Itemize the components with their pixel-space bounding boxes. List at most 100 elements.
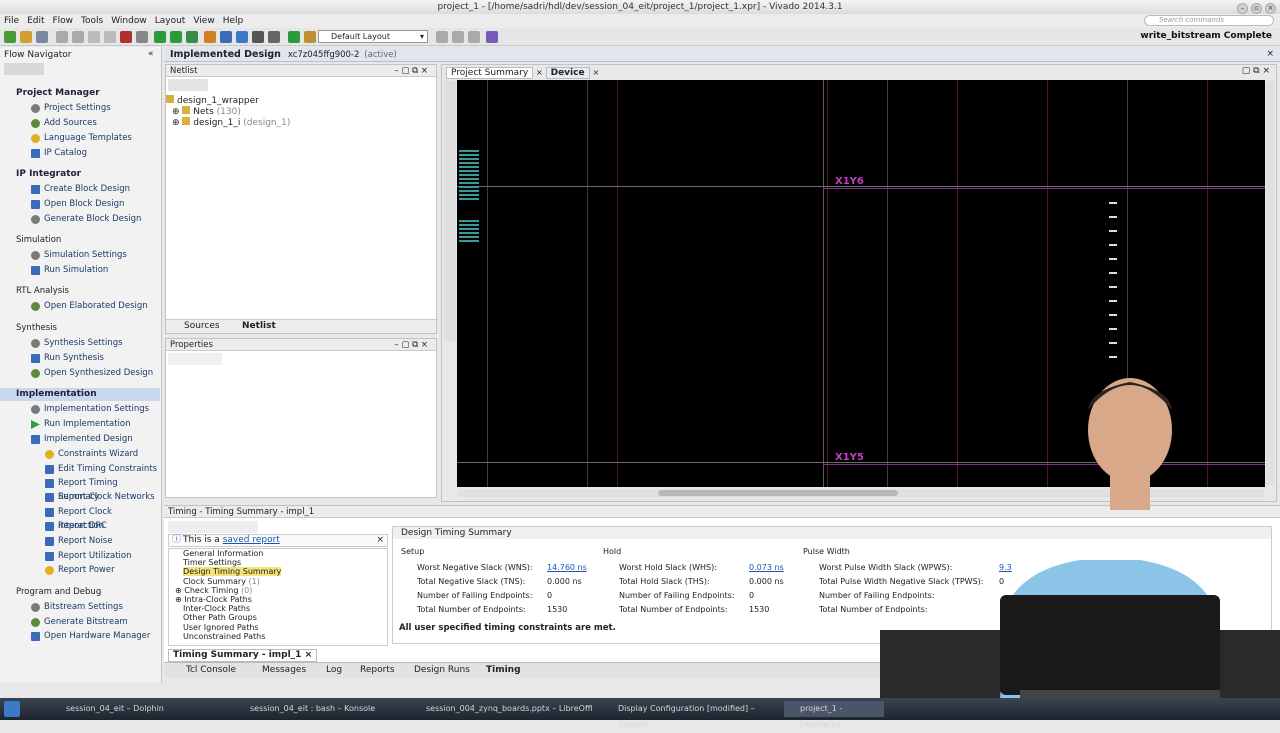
tab-project-summary[interactable]: Project Summary xyxy=(446,67,534,79)
layout-tool-1-icon[interactable] xyxy=(436,31,448,43)
section-ip-integrator[interactable]: IP Integrator xyxy=(0,168,160,181)
settings-icon[interactable] xyxy=(252,31,264,43)
refresh-icon[interactable] xyxy=(136,31,148,43)
tab-log[interactable]: Log xyxy=(326,665,342,675)
task-vivado[interactable]: project_1 - [/home/sa xyxy=(784,701,884,729)
task-libreoffice[interactable]: session_004_zynq_boards.pptx – LibreOffi xyxy=(410,701,600,717)
tab-messages[interactable]: Messages xyxy=(262,665,306,675)
tab-reports[interactable]: Reports xyxy=(360,665,395,675)
new-project-icon[interactable] xyxy=(4,31,16,43)
menu-window[interactable]: Window xyxy=(107,14,151,28)
nav-implementation-settings[interactable]: Implementation Settings xyxy=(0,402,160,416)
tree-general-information[interactable]: General Information xyxy=(169,549,387,558)
close-icon[interactable]: × xyxy=(1266,47,1274,62)
nav-open-hardware-manager[interactable]: Open Hardware Manager xyxy=(0,629,160,643)
run-icon[interactable] xyxy=(154,31,166,43)
collapse-panel-icon[interactable]: « xyxy=(148,49,154,59)
layout-tool-3-icon[interactable] xyxy=(468,31,480,43)
panel-window-controls[interactable]: – ▢ ⧉ × xyxy=(394,65,428,77)
close-icon[interactable]: × xyxy=(592,68,599,77)
tree-intra-clock-paths[interactable]: ⊕ Intra-Clock Paths xyxy=(169,595,387,604)
delete-icon[interactable] xyxy=(120,31,132,43)
nav-generate-block-design[interactable]: Generate Block Design xyxy=(0,212,160,226)
tab-tcl-console[interactable]: Tcl Console xyxy=(186,665,236,675)
section-program-and-debug[interactable]: Program and Debug xyxy=(0,586,160,599)
nav-edit-timing-constraints[interactable]: Edit Timing Constraints xyxy=(0,462,160,476)
saved-report-link[interactable]: saved report xyxy=(223,535,280,545)
tree-inter-clock-paths[interactable]: Inter-Clock Paths xyxy=(169,604,387,613)
step-icon[interactable] xyxy=(170,31,182,43)
open-project-icon[interactable] xyxy=(20,31,32,43)
copy-icon[interactable] xyxy=(88,31,100,43)
nav-report-power[interactable]: Report Power xyxy=(0,563,160,577)
maximize-icon[interactable]: ▫ xyxy=(1251,3,1262,14)
layout-tool-2-icon[interactable] xyxy=(452,31,464,43)
nav-run-simulation[interactable]: Run Simulation xyxy=(0,263,160,277)
tab-netlist[interactable]: Netlist xyxy=(242,321,276,331)
panel-window-controls[interactable]: – ▢ ⧉ × xyxy=(394,339,428,351)
nav-synthesis-settings[interactable]: Synthesis Settings xyxy=(0,336,160,350)
tree-timer-settings[interactable]: Timer Settings xyxy=(169,558,387,567)
menu-help[interactable]: Help xyxy=(219,14,248,28)
nav-run-implementation[interactable]: Run Implementation xyxy=(0,417,160,431)
undo-icon[interactable] xyxy=(56,31,68,43)
scrollbar-thumb[interactable] xyxy=(658,490,898,496)
save-icon[interactable] xyxy=(36,31,48,43)
wns-value[interactable]: 14.760 ns xyxy=(547,563,587,572)
tree-check-timing[interactable]: ⊕ Check Timing (0) xyxy=(169,586,387,595)
report-icon[interactable] xyxy=(204,31,216,43)
task-konsole[interactable]: session_04_eit : bash – Konsole xyxy=(234,701,404,717)
nav-constraints-wizard[interactable]: Constraints Wizard xyxy=(0,447,160,461)
netlist-root[interactable]: design_1_wrapper xyxy=(166,95,259,106)
tab-timing-summary-impl1[interactable]: Timing Summary - impl_1 × xyxy=(168,649,318,662)
nav-simulation-settings[interactable]: Simulation Settings xyxy=(0,248,160,262)
minimize-icon[interactable]: – xyxy=(1237,3,1248,14)
tree-clock-summary[interactable]: Clock Summary (1) xyxy=(169,577,387,586)
nav-report-clock-networks[interactable]: Report Clock Networks xyxy=(0,490,160,504)
nav-implemented-design[interactable]: Implemented Design xyxy=(0,432,160,446)
paste-icon[interactable] xyxy=(104,31,116,43)
whs-value[interactable]: 0.073 ns xyxy=(749,563,784,572)
nav-project-settings[interactable]: Project Settings xyxy=(0,101,160,115)
task-display-configuration[interactable]: Display Configuration [modified] – Syste… xyxy=(602,701,782,729)
nav-ip-catalog[interactable]: IP Catalog xyxy=(0,146,160,160)
nav-report-timing-summary[interactable]: Report Timing Summary xyxy=(0,476,160,502)
reset-icon[interactable] xyxy=(220,31,232,43)
help-icon[interactable] xyxy=(486,31,498,43)
check-icon[interactable] xyxy=(236,31,248,43)
tree-other-path-groups[interactable]: Other Path Groups xyxy=(169,613,387,622)
tab-sources[interactable]: Sources xyxy=(184,321,220,331)
nav-report-drc[interactable]: Report DRC xyxy=(0,519,160,533)
nav-open-elaborated-design[interactable]: Open Elaborated Design xyxy=(0,299,160,313)
task-dolphin[interactable]: session_04_eit – Dolphin xyxy=(50,701,220,717)
layout-select[interactable]: Default Layout ▾ xyxy=(318,30,428,43)
close-icon[interactable]: × xyxy=(376,535,384,546)
menu-flow[interactable]: Flow xyxy=(49,14,78,28)
close-icon[interactable]: × xyxy=(1265,3,1276,14)
layout-icon[interactable] xyxy=(304,31,316,43)
nav-open-block-design[interactable]: Open Block Design xyxy=(0,197,160,211)
sigma-icon[interactable] xyxy=(288,31,300,43)
panel-window-controls[interactable]: ▢ ⧉ × xyxy=(1242,66,1270,76)
tab-design-runs[interactable]: Design Runs xyxy=(414,665,470,675)
nav-bitstream-settings[interactable]: Bitstream Settings xyxy=(0,600,160,614)
close-icon[interactable]: × xyxy=(536,68,543,77)
section-simulation[interactable]: Simulation xyxy=(0,234,160,247)
nav-language-templates[interactable]: Language Templates xyxy=(0,131,160,145)
tree-user-ignored-paths[interactable]: User Ignored Paths xyxy=(169,623,387,632)
section-synthesis[interactable]: Synthesis xyxy=(0,322,160,335)
menu-file[interactable]: File xyxy=(0,14,23,28)
tools-icon[interactable] xyxy=(268,31,280,43)
nav-add-sources[interactable]: Add Sources xyxy=(0,116,160,130)
section-project-manager[interactable]: Project Manager xyxy=(0,87,160,100)
tree-unconstrained-paths[interactable]: Unconstrained Paths xyxy=(169,632,387,641)
tree-design-timing-summary[interactable]: Design Timing Summary xyxy=(183,567,282,577)
nav-create-block-design[interactable]: Create Block Design xyxy=(0,182,160,196)
menu-edit[interactable]: Edit xyxy=(23,14,48,28)
start-menu-icon[interactable] xyxy=(4,701,20,717)
section-implementation[interactable]: Implementation xyxy=(0,388,160,401)
menu-view[interactable]: View xyxy=(189,14,218,28)
nav-open-synthesized-design[interactable]: Open Synthesized Design xyxy=(0,366,160,380)
nav-report-noise[interactable]: Report Noise xyxy=(0,534,160,548)
menu-layout[interactable]: Layout xyxy=(151,14,190,28)
